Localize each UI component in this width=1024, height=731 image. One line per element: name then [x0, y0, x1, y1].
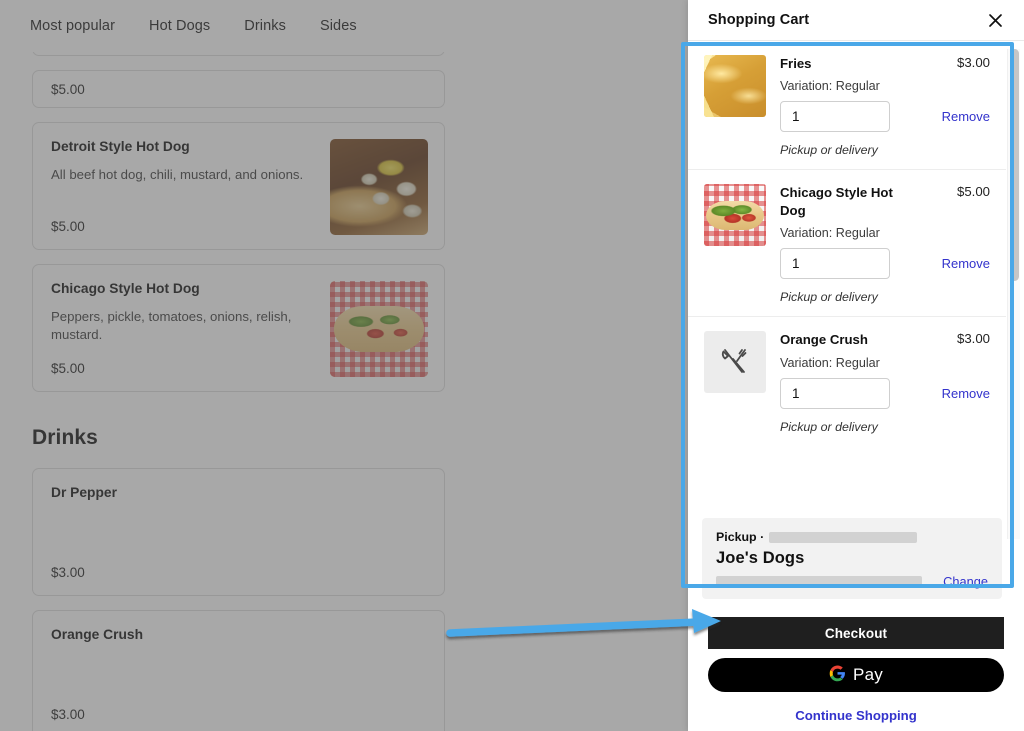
cart-header: Shopping Cart — [688, 0, 1024, 40]
cart-item-variation: Variation: Regular — [780, 355, 880, 370]
cart-item-name: Chicago Style Hot Dog — [780, 185, 893, 218]
quantity-input[interactable] — [780, 248, 890, 280]
cart-item-thumb-chicago-hot-dog — [704, 184, 766, 247]
remove-item-link[interactable]: Remove — [942, 256, 990, 271]
cart-item-fries: Fries $3.00 Variation: Regular Remove Pi… — [688, 41, 1006, 171]
google-pay-label: Pay — [853, 665, 883, 684]
close-icon[interactable] — [984, 9, 1006, 31]
quantity-input[interactable] — [780, 101, 890, 133]
cart-item-name: Fries — [780, 56, 812, 71]
change-pickup-link[interactable]: Change — [943, 574, 988, 589]
cart-footer: Checkout Pay Continue Shopping — [688, 607, 1024, 731]
cart-scrollbar-thumb[interactable] — [1010, 49, 1019, 281]
google-pay-button[interactable]: Pay — [708, 658, 1004, 692]
pickup-store-name: Joe's Dogs — [716, 549, 805, 567]
cart-scrollbar[interactable] — [1007, 49, 1020, 539]
app-root: $5.00 $5.00 Detroit Style Hot Dog All be… — [0, 0, 1024, 731]
quantity-input[interactable] — [780, 377, 890, 409]
continue-shopping-link[interactable]: Continue Shopping — [708, 708, 1004, 723]
cart-item-variation: Variation: Regular — [780, 79, 880, 94]
cart-item-chicago-style-hot-dog: Chicago Style Hot Dog $5.00 Variation: R… — [688, 170, 1006, 318]
cart-item-note: Pickup or delivery — [780, 419, 878, 434]
cart-item-price: $5.00 — [956, 184, 990, 200]
cart-items-container: Fries $3.00 Variation: Regular Remove Pi… — [688, 40, 1024, 607]
google-g-logo — [829, 665, 846, 685]
cart-item-name: Orange Crush — [780, 332, 868, 348]
cart-item-orange-crush: Orange Crush $3.00 Variation: Regular Re… — [688, 317, 1006, 445]
redacted-pickup-address — [716, 575, 922, 588]
shopping-cart-panel: Shopping Cart Fries $3.00 Variation: Reg… — [688, 0, 1024, 731]
redacted-pickup-detail — [769, 531, 918, 543]
cart-item-thumb-fries — [704, 55, 766, 117]
cart-item-price: $3.00 — [956, 55, 990, 70]
fork-knife-placeholder-icon — [704, 331, 766, 394]
cart-item-note: Pickup or delivery — [780, 143, 878, 158]
pickup-location-panel: Pickup · Joe's Dogs Change — [702, 518, 1002, 599]
remove-item-link[interactable]: Remove — [942, 386, 990, 401]
remove-item-link[interactable]: Remove — [942, 109, 990, 124]
cart-item-note: Pickup or delivery — [780, 290, 878, 305]
pickup-label: Pickup · — [716, 530, 765, 544]
cart-item-price: $3.00 — [956, 331, 990, 347]
checkout-button[interactable]: Checkout — [708, 617, 1004, 649]
cart-item-variation: Variation: Regular — [780, 226, 880, 241]
cart-title: Shopping Cart — [708, 12, 810, 28]
